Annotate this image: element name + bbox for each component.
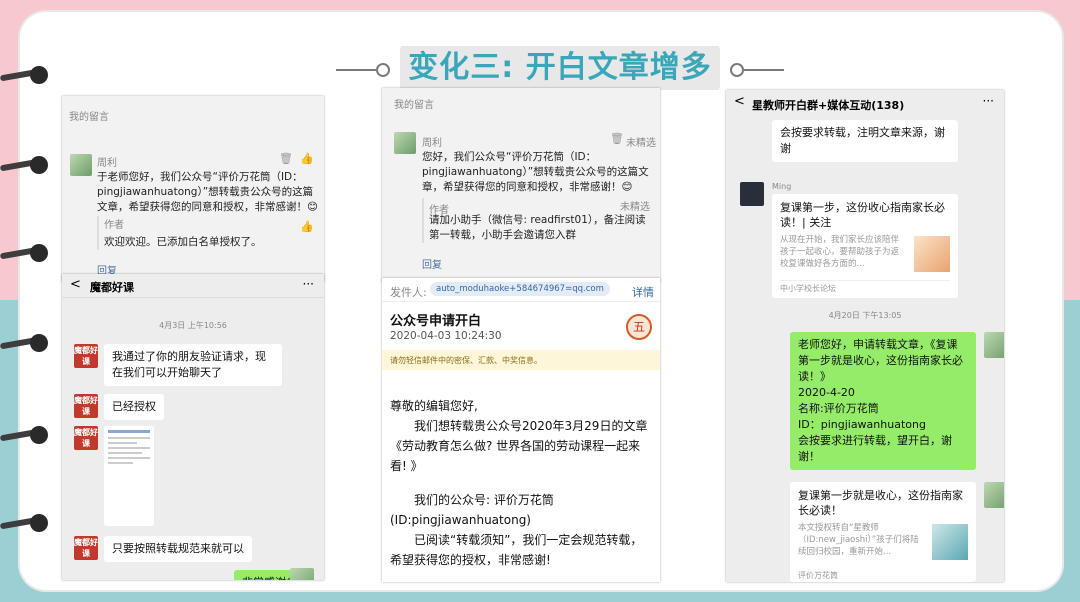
title-banner: 变化三: 开白文章增多 — [336, 46, 784, 94]
comment-screenshot-2: 我的留言 周利 🗑 未精选 您好，我们公众号“评价万花筒（ID：pingjiaw… — [382, 88, 660, 282]
security-warning: 请勿轻信邮件中的密保、汇款、中奖信息。 — [382, 350, 660, 370]
email-body-4: 已阅读“转载须知”，我们一定会规范转载，希望获得您的授权，非常感谢! — [390, 533, 643, 567]
avatar — [394, 132, 416, 154]
article-thumbnail — [914, 236, 950, 272]
article-card[interactable]: 复课第一步，这份收心指南家长必读！| 关注 从现在开始，我们家长应该陪伴孩子一起… — [772, 194, 958, 298]
binder-ring — [0, 332, 52, 354]
notebook-page: 变化三: 开白文章增多 我的留言 周利 🗑 👍 于老师您好，我们公众号“评价万花… — [0, 12, 1062, 590]
email-greeting: 尊敬的编辑您好, — [390, 399, 478, 413]
shared-article-card[interactable]: 复课第一步就是收心，这份指南家长必读！ 本文授权转自“星教师（ID:new_ji… — [790, 482, 976, 582]
article-source: 中小学校长论坛 — [780, 280, 950, 294]
email-subject: 公众号申请开白 — [390, 314, 482, 329]
my-message-bubble: 老师您好，申请转载文章，《复课第一步就是收心，这份指南家长必读！》 2020-4… — [790, 332, 976, 470]
section-label: 我的留言 — [69, 112, 109, 123]
chat-title: 星教师开白群+媒体互动(138) — [752, 99, 905, 112]
sender-name: Ming — [772, 182, 792, 191]
article-desc: 从现在开始，我们家长应该陪伴孩子一起收心，要帮助孩子为返校复课做好各方面的... — [780, 235, 900, 269]
not-featured-label[interactable]: 未精选 — [626, 134, 656, 149]
sender-logo-icon: 五 — [626, 314, 652, 340]
message-bubble: 已经授权 — [104, 394, 164, 420]
title-left-circle — [376, 63, 390, 77]
email-body-3: (ID:pingjiawanhuatong) — [390, 513, 531, 527]
reply-link[interactable]: 回复 — [422, 256, 442, 271]
title-right-circle — [730, 63, 744, 77]
trash-icon[interactable]: 🗑 — [610, 132, 624, 145]
page-title: 变化三: 开白文章增多 — [400, 46, 720, 90]
author-label: 作者 — [104, 220, 124, 231]
binder-ring — [0, 242, 52, 264]
thumbs-up-icon[interactable]: 👍 — [300, 152, 314, 165]
author-reply: 欢迎欢迎。已添加白名单授权了。 — [104, 236, 262, 248]
email-body-1: 我们想转载贵公众号2020年3月29日的文章《劳动教育怎么做? 世界各国的劳动课… — [390, 419, 648, 473]
comment-screenshot-1: 我的留言 周利 🗑 👍 于老师您好，我们公众号“评价万花筒（ID：pingjia… — [62, 96, 324, 282]
my-avatar — [984, 482, 1004, 508]
author-label: 作者 — [429, 205, 449, 216]
email-date: 2020-04-03 10:24:30 — [390, 330, 502, 342]
message-bubble: 会按要求转载，注明文章来源，谢谢 — [772, 120, 958, 162]
article-thumbnail — [932, 524, 968, 560]
avatar: 魔都好课 — [74, 426, 98, 450]
sender-address[interactable]: auto_moduhaoke+584674967=qq.com — [430, 282, 610, 296]
avatar: 魔都好课 — [74, 394, 98, 418]
commenter-name: 周利 — [422, 138, 442, 149]
thumbs-up-icon[interactable]: 👍 — [300, 220, 314, 233]
comment-text: 您好，我们公众号“评价万花筒（ID：pingjiawanhuatong）”想转载… — [422, 151, 649, 193]
more-icon[interactable]: ··· — [303, 277, 314, 291]
avatar — [740, 182, 764, 206]
binder-ring — [0, 424, 52, 446]
email-body-2: 我们的公众号: 评价万花筒 — [414, 493, 554, 507]
avatar: 魔都好课 — [74, 536, 98, 560]
my-avatar — [984, 332, 1004, 358]
binder-ring — [0, 64, 52, 86]
avatar: 魔都好课 — [74, 344, 98, 368]
article-title: 复课第一步就是收心，这份指南家长必读！ — [798, 489, 963, 517]
trash-icon[interactable]: 🗑 — [279, 152, 293, 165]
article-title: 复课第一步，这份收心指南家长必读！| 关注 — [780, 201, 945, 229]
message-bubble: 只要按照转载规范来就可以 — [104, 536, 252, 562]
chat-title: 魔都好课 — [90, 281, 134, 294]
message-bubble: 我通过了你的朋友验证请求，现在我们可以开始聊天了 — [104, 344, 282, 386]
avatar — [70, 154, 92, 176]
sender-label: 发件人: — [390, 286, 427, 299]
author-not-featured[interactable]: 未精选 — [620, 198, 650, 213]
title-left-line — [336, 69, 376, 71]
more-icon[interactable]: ··· — [983, 94, 994, 108]
article-source: 评价万花筒 — [798, 571, 838, 580]
author-reply: 请加小助手（微信号: readfirst01），备注阅读第一转载，小助手会邀请您… — [429, 214, 646, 241]
back-icon[interactable]: < — [70, 277, 81, 292]
my-avatar — [290, 568, 314, 580]
commenter-name: 周利 — [97, 158, 117, 169]
back-icon[interactable]: < — [734, 94, 745, 109]
screenshot-image[interactable] — [104, 426, 154, 526]
wechat-chat-2: < 星教师开白群+媒体互动(138) ··· 会按要求转载，注明文章来源，谢谢 … — [726, 90, 1004, 582]
chat-time: 4月20日 下午13:05 — [828, 311, 902, 320]
binder-ring — [0, 154, 52, 176]
title-right-line — [744, 69, 784, 71]
binder-ring — [0, 512, 52, 534]
comment-text: 于老师您好，我们公众号“评价万花筒（ID：pingjiawanhuatong）”… — [97, 171, 318, 213]
chat-time: 4月3日 上午10:56 — [159, 321, 227, 330]
email-screenshot: 发件人: auto_moduhaoke+584674967=qq.com 详情 … — [382, 278, 660, 582]
wechat-chat-1: < 魔都好课 ··· 4月3日 上午10:56 魔都好课 我通过了你的朋友验证请… — [62, 274, 324, 580]
details-link[interactable]: 详情 — [632, 284, 654, 300]
section-label: 我的留言 — [394, 100, 434, 111]
article-desc: 本文授权转自“星教师（ID:new_jiaoshi）”孩子们将陆续回归校园，重新… — [798, 523, 919, 557]
